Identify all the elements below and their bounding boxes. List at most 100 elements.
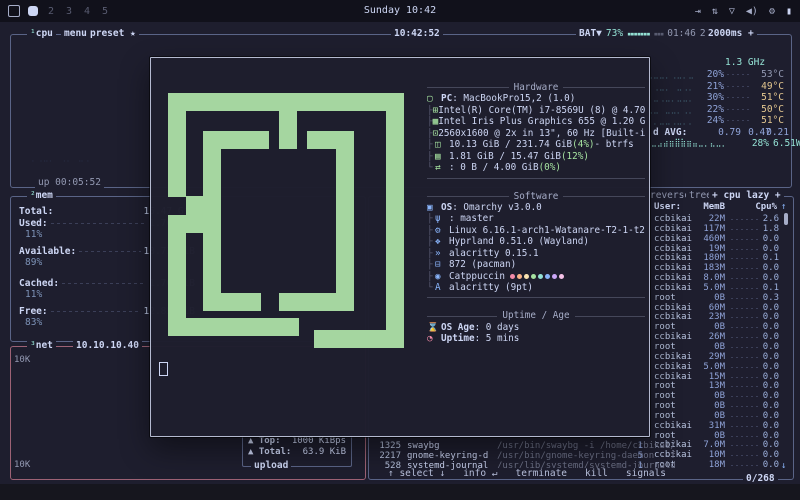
- core-row: ⠀⡀⣀⣀⢀⣀⡀⡀ 24% 51°C: [646, 115, 784, 127]
- leader-line: [727, 97, 749, 98]
- core-load: 30%: [694, 92, 724, 103]
- system-tray: ⇥ ⇅ ▽ ◀) ⚙ ▮: [695, 0, 792, 22]
- terminal-line: ├»alacritty 0.15.1: [427, 248, 645, 259]
- leader-line: [56, 211, 140, 212]
- computer-icon: ▢: [427, 93, 441, 104]
- col-header-mem[interactable]: MemB: [703, 202, 725, 212]
- proc-cpu: 2.6: [761, 214, 779, 224]
- preset-button[interactable]: preset ★: [87, 28, 139, 40]
- proc-cpu: 0.0: [761, 460, 779, 470]
- kernel-icon: ⚙: [435, 225, 449, 236]
- os-line: ▣OS: Omarchy v3.0.0: [427, 202, 645, 213]
- proc-args: /usr/bin/swaybg -i /home/ccbikai/: [497, 441, 676, 451]
- hardware-section-header: Hardware: [427, 82, 645, 93]
- cpu-box-title: ¹cpu: [27, 28, 56, 40]
- disk-icon: ◫: [435, 139, 449, 150]
- leader-line: [727, 74, 749, 75]
- proc-cpu: 0.0: [761, 322, 779, 332]
- mem-percent: 83%: [25, 317, 42, 328]
- terminal-cursor[interactable]: [159, 362, 168, 376]
- proc-graph: [731, 298, 759, 299]
- theme-dot: [524, 274, 529, 279]
- leader-line: [62, 283, 146, 284]
- core-list: ⢀⣀⣀⡀⢀⣀⡀⣀ 20% 53°C ⠀⢀⣀⡀⠀⣀⢀⡀ 21% 49°C ⠀⣀⢀⣀…: [646, 69, 784, 127]
- wifi-icon[interactable]: ▽: [729, 6, 735, 17]
- proc-cpu: 0.0: [761, 312, 779, 322]
- net-box-title: ³net: [27, 340, 56, 352]
- net-scale-bottom: 10K: [14, 460, 30, 470]
- col-header-cpu[interactable]: Cpu%: [755, 202, 777, 212]
- core-row: ⠀⣀⢀⣀⡀⣀⣀⡀ 30% 51°C: [646, 92, 784, 104]
- footer-action-button[interactable]: info ↵: [460, 468, 500, 479]
- git-branch-line: ├ψ: master: [427, 213, 645, 224]
- proc-mem: 15M: [664, 372, 725, 382]
- theme-dot: [552, 274, 557, 279]
- proc-graph: [731, 426, 759, 427]
- proc-graph: [731, 249, 759, 250]
- btop-clock: 10:42:52: [391, 28, 443, 40]
- proc-graph: [731, 278, 759, 279]
- proc-graph: [731, 258, 759, 259]
- proc-mem: 60M: [664, 303, 725, 313]
- bluetooth-icon[interactable]: ⇅: [712, 6, 718, 17]
- core-temp: 50°C: [752, 104, 784, 115]
- proc-cpu: 0.0: [761, 234, 779, 244]
- proc-graph: [731, 465, 759, 466]
- scroll-down-arrow[interactable]: ↓: [781, 461, 786, 471]
- proc-args: /usr/bin/gnome-keyring-daemon --f: [497, 451, 676, 461]
- proc-graph: [731, 406, 759, 407]
- proc-mem: 23M: [664, 312, 725, 322]
- theme-dot: [531, 274, 536, 279]
- software-section-header: Software: [427, 191, 645, 202]
- proc-mem: 0B: [664, 293, 725, 303]
- footer-action-button[interactable]: ↑ select ↓: [385, 468, 448, 479]
- display-line: ├⊡2560x1600 @ 2x in 13", 60 Hz [Built-in…: [427, 128, 645, 139]
- proc-mem: 0B: [664, 431, 725, 441]
- proc-graph: [731, 416, 759, 417]
- proc-graph: [731, 219, 759, 220]
- footer-action-button[interactable]: terminate: [513, 468, 570, 479]
- core-load: 21%: [694, 81, 724, 92]
- proc-name: gnome-keyring-d: [407, 451, 488, 461]
- mem-percent: 89%: [25, 257, 42, 268]
- proc-name: swaybg: [407, 441, 440, 451]
- proc-graph: [731, 308, 759, 309]
- proc-mem: 5.0M: [664, 283, 725, 293]
- proc-cpu: 0.0: [761, 263, 779, 273]
- proc-mem: 29M: [664, 352, 725, 362]
- leader-line: [727, 120, 749, 121]
- proc-cpu: 0.3: [761, 293, 779, 303]
- core-graph: ⠀⡀⣀⣀⢀⣀⡀⡀: [646, 116, 694, 125]
- core-graph: ⢀⣀⠀⣀⣀⡀⢀⡀: [646, 105, 694, 114]
- sort-column-selector[interactable]: + cpu lazy +: [709, 190, 784, 202]
- git-branch-icon: ψ: [435, 213, 449, 224]
- settings-gear-icon[interactable]: ⚙: [769, 6, 775, 17]
- floating-terminal-window: Hardware ▢PC: MacBookPro15,2 (1.0) ├⊞Int…: [150, 57, 650, 437]
- palette-icon: ◉: [435, 271, 449, 282]
- volume-icon[interactable]: ◀): [746, 6, 758, 17]
- core-graph: ⠀⢀⣀⡀⠀⣀⢀⡀: [646, 82, 694, 91]
- leader-line: [727, 109, 749, 110]
- footer-action-button[interactable]: signals: [623, 468, 669, 479]
- update-interval-control[interactable]: 2000ms +: [705, 28, 757, 40]
- footer-action-button[interactable]: kill: [582, 468, 611, 479]
- mem-percent: 11%: [25, 289, 42, 300]
- net-scale-top: 10K: [14, 355, 30, 365]
- desktop: 2345 Sunday 10:42 ⇥ ⇅ ▽ ◀) ⚙ ▮ ¹cpu menu…: [0, 0, 800, 500]
- os-icon: ▣: [427, 202, 441, 213]
- proc-graph: [731, 229, 759, 230]
- logout-icon[interactable]: ⇥: [695, 6, 701, 17]
- memory-line: ├▤1.81 GiB / 15.47 GiB (12%): [427, 151, 645, 162]
- proc-mem: 19M: [664, 244, 725, 254]
- proc-cpu: 0.0: [761, 372, 779, 382]
- menu-button[interactable]: menu: [61, 28, 90, 40]
- mem-label: Free:: [19, 306, 48, 317]
- core-load: 20%: [694, 69, 724, 80]
- proc-graph: [731, 436, 759, 437]
- gpu-line: ├▦Intel Iris Plus Graphics 655 @ 1.20 GH…: [427, 116, 645, 127]
- packages-line: ├⊟872 (pacman): [427, 259, 645, 270]
- proc-footer: ↑ select ↓ info ↵ terminate kill signals: [385, 468, 669, 479]
- proc-mem: 0B: [664, 401, 725, 411]
- net-upload-panel: ▲ Top:1000 KiBps ▲ Total:63.9 KiB upload: [242, 433, 352, 467]
- scroll-up-arrow[interactable]: ↑: [781, 202, 786, 212]
